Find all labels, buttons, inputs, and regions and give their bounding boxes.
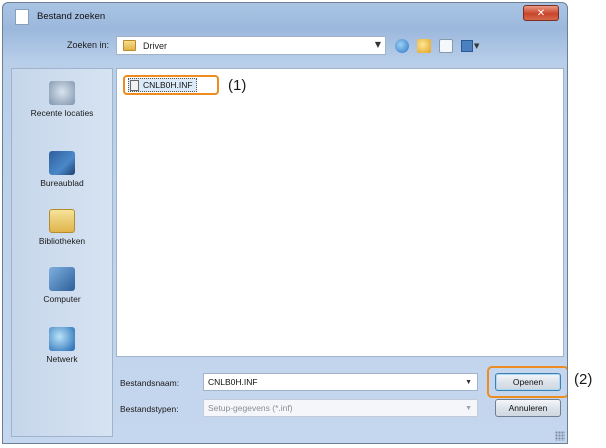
view-grid-icon [461, 40, 473, 52]
callout-one: (1) [228, 77, 247, 94]
file-name: CNLB0H.INF [143, 80, 193, 90]
chevron-down-icon: ▼ [465, 404, 472, 412]
place-desktop[interactable]: Bureaublad [12, 151, 112, 188]
file-list[interactable]: CNLB0H.INF [116, 68, 564, 357]
filename-label: Bestandsnaam: [120, 378, 180, 388]
dialog-title: Bestand zoeken [37, 11, 106, 22]
look-in-value: Driver [143, 40, 167, 51]
libraries-icon [49, 209, 75, 233]
folder-icon [123, 40, 136, 51]
up-one-level-icon[interactable] [417, 39, 431, 53]
close-icon: ✕ [536, 7, 546, 19]
back-icon[interactable] [395, 39, 409, 53]
filetype-select[interactable]: Setup-gegevens (*.inf) ▼ [203, 399, 478, 417]
place-libraries[interactable]: Bibliotheken [12, 209, 112, 246]
chevron-down-icon[interactable]: ▼ [465, 379, 472, 386]
place-computer[interactable]: Computer [12, 267, 112, 304]
place-network[interactable]: Netwerk [12, 327, 112, 364]
place-label: Netwerk [46, 354, 78, 364]
place-label: Recente locaties [30, 108, 94, 118]
filetype-label: Bestandstypen: [120, 404, 179, 414]
place-label: Bureaublad [40, 178, 84, 188]
views-menu-icon[interactable]: ▼ [461, 40, 481, 52]
file-open-dialog: Bestand zoeken ✕ Zoeken in: Driver ▼ ▼ R… [2, 2, 568, 444]
recent-locations-icon [49, 81, 75, 105]
filetype-value: Setup-gegevens (*.inf) [208, 403, 293, 413]
new-folder-icon[interactable] [439, 39, 453, 53]
network-icon [49, 327, 75, 351]
resize-grip-icon[interactable] [555, 431, 565, 441]
filename-input[interactable]: CNLB0H.INF ▼ [203, 373, 478, 391]
look-in-label: Zoeken in: [67, 40, 110, 50]
places-bar: Recente locaties Bureaublad Bibliotheken… [11, 68, 113, 437]
title-bar[interactable]: Bestand zoeken ✕ [3, 3, 567, 30]
close-button[interactable]: ✕ [523, 5, 559, 21]
dialog-icon [15, 8, 29, 25]
desktop-icon [49, 151, 75, 175]
cancel-button[interactable]: Annuleren [495, 399, 561, 417]
look-in-row: Zoeken in: Driver ▼ ▼ [3, 35, 567, 59]
navigation-toolbar: ▼ [395, 37, 481, 55]
place-label: Computer [43, 294, 81, 304]
chevron-down-icon: ▼ [374, 40, 381, 49]
inf-file-icon [130, 79, 139, 91]
filename-value: CNLB0H.INF [208, 377, 258, 387]
chevron-down-icon: ▼ [474, 42, 480, 50]
look-in-combobox[interactable]: Driver ▼ [116, 36, 386, 55]
place-recent-locations[interactable]: Recente locaties [12, 81, 112, 118]
list-item[interactable]: CNLB0H.INF [128, 78, 197, 92]
open-button[interactable]: Openen [495, 373, 561, 391]
file-item-highlight: CNLB0H.INF [123, 75, 219, 95]
place-label: Bibliotheken [38, 236, 86, 246]
computer-icon [49, 267, 75, 291]
callout-two: (2) [574, 371, 593, 388]
